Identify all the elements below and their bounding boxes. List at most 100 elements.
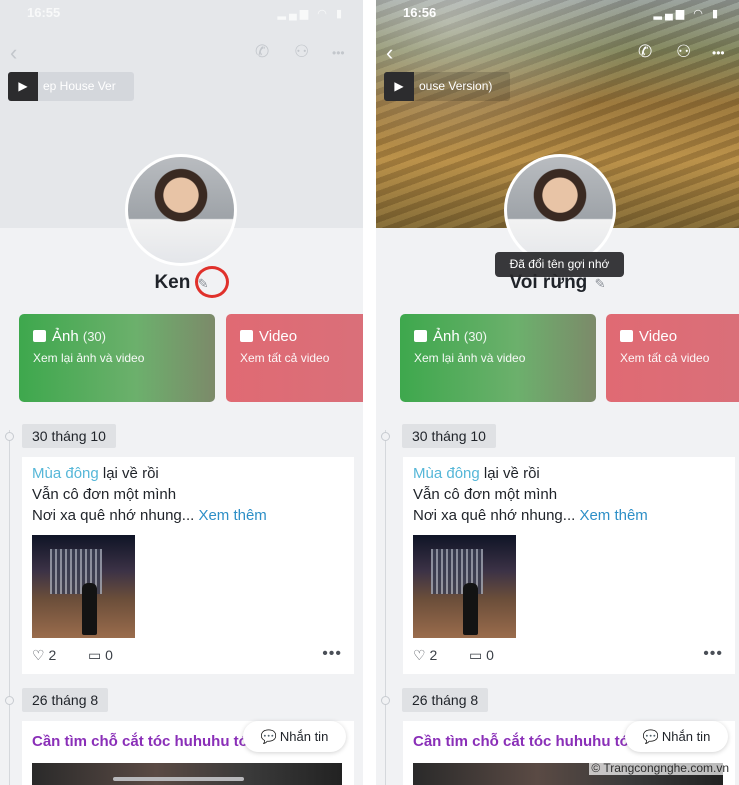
screen-after: 16:56 ▂▄▆ ◠ ▮ ‹ ✆ ⚇ ••• ▶ ouse Version) … <box>376 0 739 785</box>
call-icon[interactable]: ✆ <box>638 42 652 62</box>
see-more-link[interactable]: Xem thêm <box>575 507 647 524</box>
post-line-1: Mùa đông lại về rồi <box>32 465 159 482</box>
photo-icon <box>414 330 427 342</box>
video-icon <box>240 330 253 342</box>
photos-label: Ảnh <box>52 328 79 345</box>
comment-icon: ▭ <box>88 647 102 663</box>
like-action[interactable]: ♡ 2 <box>413 647 437 664</box>
video-icon <box>620 330 633 342</box>
videos-card[interactable]: Video Xem tất cả video <box>606 314 739 402</box>
photos-card-title: Ảnh (30) <box>33 328 106 345</box>
post-more-icon[interactable]: ••• <box>322 645 342 663</box>
nav-bar: ‹ ✆ ⚇ ••• <box>376 38 739 66</box>
photos-card[interactable]: Ảnh (30) Xem lại ảnh và video <box>19 314 215 402</box>
highlight-circle <box>195 266 229 298</box>
music-title: ouse Version) <box>419 79 493 93</box>
add-friend-icon[interactable]: ⚇ <box>294 42 309 62</box>
post-title: Cần tìm chỗ cắt tóc huhuhu tó <box>32 733 248 750</box>
message-button-label: Nhắn tin <box>279 729 329 744</box>
message-button[interactable]: 💬 Nhắn tin <box>243 721 346 752</box>
add-friend-icon[interactable]: ⚇ <box>676 42 691 62</box>
videos-card-title: Video <box>240 328 297 345</box>
screen-before: 16:55 ▂▄▆ ◠ ▮ ‹ ✆ ⚇ ••• ▶ ep House Ver K… <box>0 0 363 785</box>
date-label: 26 tháng 8 <box>22 688 109 712</box>
avatar[interactable] <box>125 154 237 266</box>
like-count: 2 <box>429 647 438 663</box>
photos-card-title: Ảnh (30) <box>414 328 487 345</box>
rename-toast: Đã đổi tên gợi nhớ <box>495 252 624 277</box>
watermark: © Trangcongnghe.com.vn <box>589 761 731 775</box>
timeline-line <box>9 430 10 785</box>
photos-count: (30) <box>463 329 487 344</box>
chat-icon: 💬 <box>642 729 659 744</box>
date-label: 30 tháng 10 <box>402 424 496 448</box>
nav-bar: ‹ ✆ ⚇ ••• <box>0 38 363 66</box>
avatar[interactable] <box>504 154 616 266</box>
post-line-1-text: lại về rồi <box>479 465 540 482</box>
timeline-line <box>385 430 386 785</box>
date-label: 30 tháng 10 <box>22 424 116 448</box>
avatar-photo <box>128 157 234 263</box>
home-indicator <box>113 777 244 781</box>
like-action[interactable]: ♡ 2 <box>32 647 56 664</box>
post-line-1: Mùa đông lại về rồi <box>413 465 540 482</box>
photos-card-subtitle: Xem lại ảnh và video <box>33 351 145 365</box>
post-line-3: Nơi xa quê nhớ nhung... Xem thêm <box>413 507 648 524</box>
comment-icon: ▭ <box>469 647 483 663</box>
see-more-link[interactable]: Xem thêm <box>194 507 266 524</box>
message-button[interactable]: 💬 Nhắn tin <box>625 721 728 752</box>
post-more-icon[interactable]: ••• <box>703 645 723 663</box>
play-icon[interactable]: ▶ <box>8 72 38 101</box>
post-line-2: Vẫn cô đơn một mình <box>413 486 558 503</box>
timeline-dot <box>381 432 390 441</box>
music-title: ep House Ver <box>43 79 116 93</box>
videos-card[interactable]: Video Xem tất cả video <box>226 314 363 402</box>
photos-count: (30) <box>82 329 106 344</box>
photo-icon <box>33 330 46 342</box>
videos-card-subtitle: Xem tất cả video <box>620 351 710 365</box>
post-line-3-text: Nơi xa quê nhớ nhung... <box>32 507 195 524</box>
comment-count: 0 <box>486 647 494 663</box>
call-icon[interactable]: ✆ <box>255 42 269 62</box>
timeline-post[interactable]: Mùa đông lại về rồi Vẫn cô đơn một mình … <box>22 457 354 674</box>
back-icon[interactable]: ‹ <box>10 40 17 66</box>
post-image-person <box>463 583 478 635</box>
post-hashtag[interactable]: Mùa đông <box>413 465 480 482</box>
post-title: Cần tìm chỗ cắt tóc huhuhu tó <box>413 733 629 750</box>
music-chip[interactable]: ▶ ep House Ver <box>8 72 134 101</box>
videos-label: Video <box>259 328 298 345</box>
heart-icon: ♡ <box>413 647 426 663</box>
comment-action[interactable]: ▭ 0 <box>469 647 494 664</box>
status-time: 16:55 <box>27 5 61 20</box>
photos-label: Ảnh <box>433 328 460 345</box>
post-image[interactable] <box>32 763 342 785</box>
avatar-photo <box>507 157 613 263</box>
status-time: 16:56 <box>403 5 437 20</box>
videos-label: Video <box>639 328 678 345</box>
timeline-dot <box>5 432 14 441</box>
timeline-dot <box>5 696 14 705</box>
date-label: 26 tháng 8 <box>402 688 489 712</box>
videos-card-title: Video <box>620 328 677 345</box>
heart-icon: ♡ <box>32 647 45 663</box>
post-line-3-text: Nơi xa quê nhớ nhung... <box>413 507 576 524</box>
back-icon[interactable]: ‹ <box>386 40 393 66</box>
profile-name: Ken ✎ <box>0 272 363 294</box>
message-button-label: Nhắn tin <box>661 729 711 744</box>
more-icon[interactable]: ••• <box>712 46 725 60</box>
photos-card[interactable]: Ảnh (30) Xem lại ảnh và video <box>400 314 596 402</box>
more-icon[interactable]: ••• <box>332 46 345 60</box>
post-image[interactable] <box>413 535 516 638</box>
comment-action[interactable]: ▭ 0 <box>88 647 113 664</box>
music-chip[interactable]: ▶ ouse Version) <box>384 72 510 101</box>
profile-name-text: Ken <box>154 272 191 293</box>
edit-name-icon[interactable]: ✎ <box>595 276 606 291</box>
play-icon[interactable]: ▶ <box>384 72 414 101</box>
status-icons: ▂▄▆ ◠ ▮ <box>653 8 721 20</box>
videos-card-subtitle: Xem tất cả video <box>240 351 330 365</box>
timeline-dot <box>381 696 390 705</box>
post-image-person <box>82 583 97 635</box>
post-hashtag[interactable]: Mùa đông <box>32 465 99 482</box>
timeline-post[interactable]: Mùa đông lại về rồi Vẫn cô đơn một mình … <box>403 457 735 674</box>
post-image[interactable] <box>32 535 135 638</box>
